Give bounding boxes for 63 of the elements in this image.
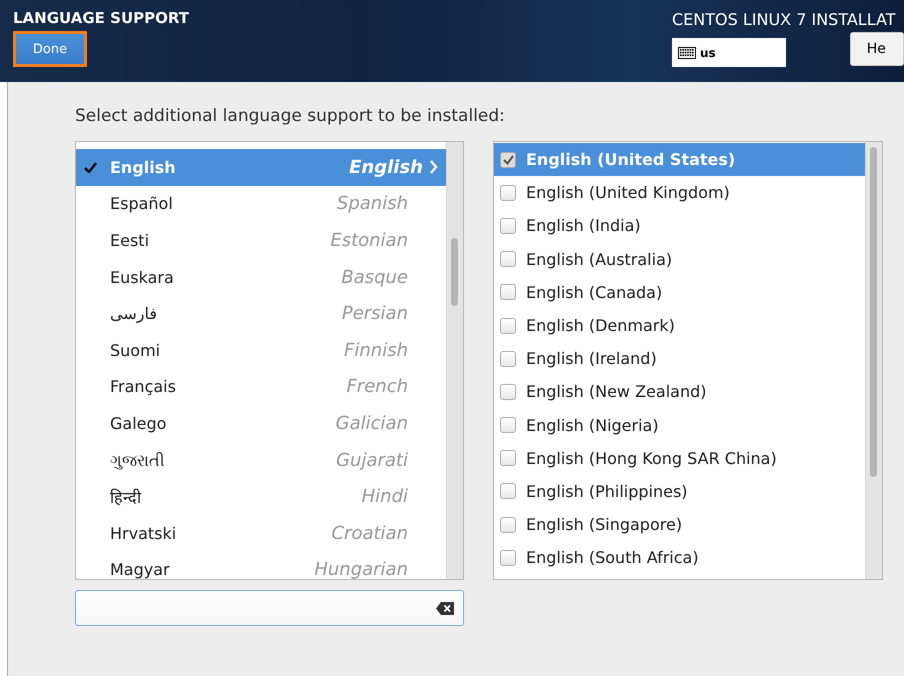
checkbox[interactable] — [500, 384, 516, 400]
product-title: CENTOS LINUX 7 INSTALLAT — [672, 10, 896, 29]
checkbox[interactable] — [500, 184, 516, 201]
native-language-name: فارسی — [110, 304, 158, 324]
checkbox[interactable] — [500, 318, 516, 334]
native-language-name: Eesti — [110, 230, 150, 250]
scrollbar-thumb[interactable] — [451, 238, 458, 306]
locale-label: English (Philippines) — [526, 482, 688, 501]
locale-label: English (Ireland) — [526, 349, 657, 368]
native-language-name: Euskara — [110, 268, 175, 287]
native-language-name: Magyar — [110, 560, 171, 579]
checkbox[interactable] — [500, 218, 516, 234]
native-language-name: Hrvatski — [110, 524, 178, 543]
scrollbar-thumb[interactable] — [870, 147, 877, 477]
checkbox[interactable] — [500, 516, 516, 533]
english-language-name: Hindi — [362, 486, 408, 508]
english-language-name: Finnish — [344, 340, 408, 361]
locale-label: English (Hong Kong SAR China) — [526, 448, 777, 468]
checkbox[interactable] — [500, 284, 516, 300]
native-language-name: Español — [110, 194, 174, 214]
native-language-name: Suomi — [110, 340, 162, 360]
native-language-name: Galego — [110, 414, 168, 433]
english-language-name: Croatian — [331, 522, 408, 544]
keyboard-layout-field[interactable]: us — [672, 38, 786, 67]
checkmark-icon — [84, 162, 97, 173]
english-language-name: French — [346, 376, 408, 398]
checkbox[interactable] — [500, 152, 516, 168]
native-language-name: English — [110, 158, 177, 177]
clear-icon[interactable] — [436, 602, 454, 614]
help-button[interactable]: He — [850, 32, 904, 66]
english-language-name: Gujarati — [336, 450, 408, 471]
search-field[interactable] — [75, 590, 464, 626]
locale-label: English (United States) — [526, 150, 736, 170]
checkbox[interactable] — [500, 483, 516, 500]
english-language-name: Spanish — [336, 193, 408, 214]
english-language-name: Galician — [336, 412, 408, 434]
prompt-text: Select additional language support to be installed: — [75, 106, 506, 126]
checkbox[interactable] — [500, 251, 516, 268]
native-language-name: हिन्दी — [110, 486, 142, 508]
english-language-name: Estonian — [330, 230, 408, 251]
locale-label: English (India) — [526, 216, 641, 236]
english-language-name: Persian — [342, 303, 408, 324]
locale-label: English (New Zealand) — [526, 382, 706, 402]
checkbox[interactable] — [500, 417, 516, 434]
checkbox[interactable] — [500, 350, 516, 367]
english-language-name: English — [349, 156, 423, 178]
locale-label: English (Canada) — [526, 282, 662, 302]
screen-title: LANGUAGE SUPPORT — [13, 9, 189, 27]
locale-label: English (Nigeria) — [526, 416, 659, 435]
done-button[interactable]: Done — [13, 31, 87, 67]
locale-label: English (Denmark) — [526, 316, 675, 336]
locale-label: English (South Africa) — [526, 548, 699, 568]
english-language-name: Basque — [341, 266, 408, 288]
chevron-right-icon — [429, 160, 438, 174]
keyboard-icon — [678, 46, 696, 58]
locale-label: English (Australia) — [526, 250, 672, 269]
english-language-name: Hungarian — [314, 559, 408, 579]
checkbox[interactable] — [500, 450, 516, 466]
checkbox[interactable] — [500, 550, 516, 566]
locale-label: English (United Kingdom) — [526, 183, 730, 202]
locale-label: English (Singapore) — [526, 515, 682, 534]
native-language-name: ગુજરાતી — [110, 450, 166, 470]
native-language-name: Français — [110, 377, 177, 396]
